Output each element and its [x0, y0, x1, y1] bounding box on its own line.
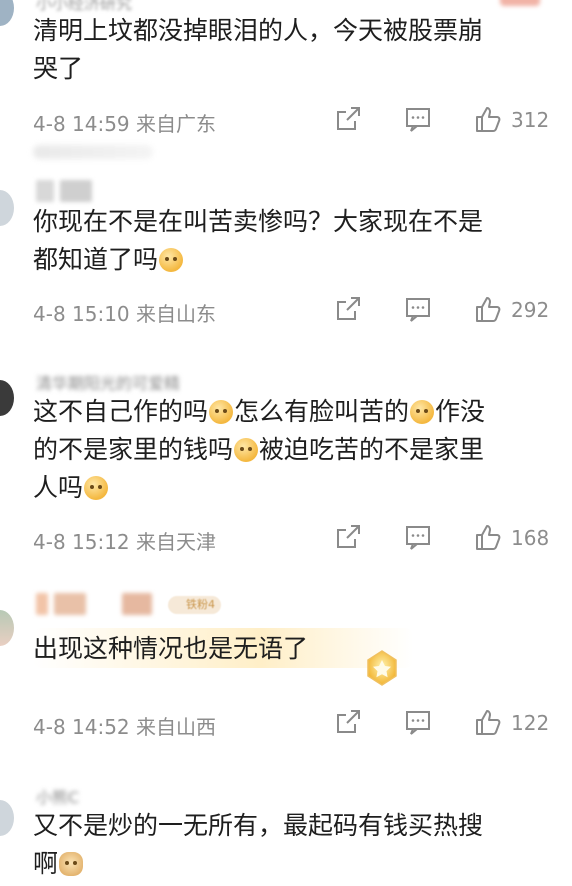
- comment-meta: 4-8 15:10 来自山东 292: [33, 294, 572, 326]
- like-count: 122: [511, 711, 550, 735]
- comment-icon[interactable]: [403, 294, 433, 324]
- comment-text: 你现在不是在叫苦卖惨吗？大家现在不是 都知道了吗: [33, 207, 484, 274]
- like-count: 168: [511, 526, 550, 550]
- user-avatar[interactable]: [0, 380, 14, 416]
- share-icon[interactable]: [333, 294, 363, 324]
- comment-icon[interactable]: [403, 707, 433, 737]
- thumbs-up-icon[interactable]: [473, 294, 503, 324]
- username[interactable]: [36, 180, 92, 202]
- comment-time-location: 4-8 14:52 来自山西: [33, 715, 217, 739]
- like-count: 312: [511, 108, 550, 132]
- comment-meta: 4-8 14:52 来自山西 122: [33, 707, 572, 739]
- comment-text: 出现这种情况也是无语了: [33, 634, 309, 663]
- comment-meta: 4-8 15:12 来自天津 168: [33, 522, 572, 554]
- thinking-emoji: [410, 400, 435, 424]
- user-avatar[interactable]: [0, 800, 14, 836]
- username[interactable]: 小熊C: [36, 784, 79, 807]
- comment-icon[interactable]: [403, 104, 433, 134]
- user-avatar[interactable]: [0, 190, 14, 226]
- username[interactable]: [36, 593, 152, 615]
- user-avatar[interactable]: [0, 610, 14, 646]
- share-icon[interactable]: [333, 522, 363, 552]
- share-icon[interactable]: [333, 707, 363, 737]
- thumbs-up-icon[interactable]: [473, 707, 503, 737]
- thinking-emoji: [209, 400, 234, 424]
- comment-time-location: 4-8 15:10 来自山东: [33, 302, 217, 326]
- user-badge: [500, 0, 540, 6]
- thinking-emoji: [84, 476, 109, 500]
- like-count: 292: [511, 298, 550, 322]
- comment-text: 清明上坟都没掉眼泪的人，今天被股票崩 哭了: [33, 16, 484, 83]
- comment-time-location: 4-8 15:12 来自天津: [33, 530, 217, 554]
- share-icon[interactable]: [333, 104, 363, 134]
- thinking-emoji: [234, 438, 259, 462]
- comment-text: 这不自己作的吗 怎么有脸叫苦的 作没 的不是家里的钱吗 被迫吃苦的不是家里 人吗: [33, 397, 486, 502]
- comment-text: 又不是炒的一无所有，最起码有钱买热搜 啊: [33, 811, 484, 878]
- user-avatar[interactable]: [0, 0, 14, 26]
- gem-badge-icon: [367, 650, 397, 686]
- fan-badge[interactable]: 铁粉4: [168, 596, 221, 614]
- comment-icon[interactable]: [403, 522, 433, 552]
- thumbs-up-icon[interactable]: [473, 522, 503, 552]
- comment-time-location: 4-8 14:59 来自广东: [33, 112, 217, 136]
- thumbs-up-icon[interactable]: [473, 104, 503, 134]
- blurred-divider: [33, 145, 153, 159]
- laugh-cry-emoji: [159, 248, 184, 272]
- comment-meta: 4-8 14:59 来自广东 312: [33, 104, 572, 136]
- username[interactable]: 清华期阳光的可爱精: [36, 370, 180, 393]
- doge-emoji: [59, 852, 84, 876]
